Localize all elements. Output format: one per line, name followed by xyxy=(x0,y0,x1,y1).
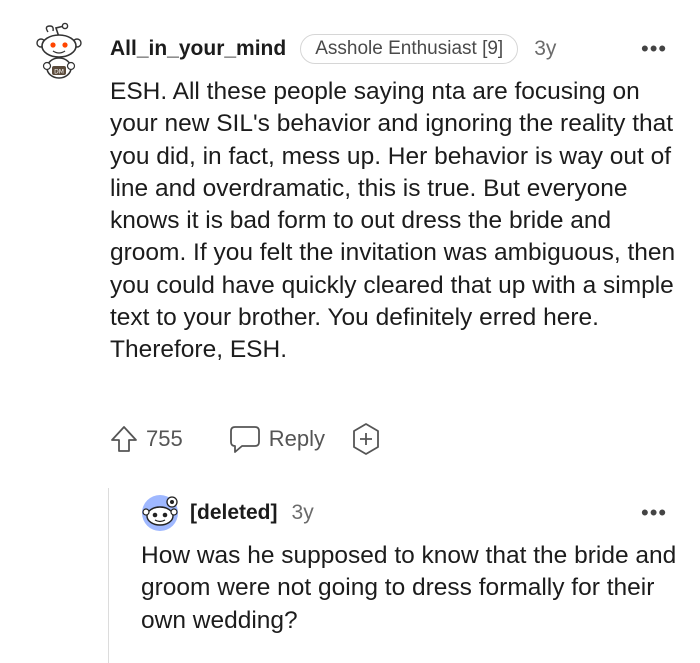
add-award-icon[interactable] xyxy=(349,422,383,456)
user-flair: Asshole Enthusiast [9] xyxy=(300,34,519,64)
speech-bubble-icon xyxy=(229,426,260,453)
reply-body: How was he supposed to know that the bri… xyxy=(141,542,677,634)
comment-body: ESH. All these people saying nta are foc… xyxy=(110,78,676,364)
reply-age[interactable]: 3y xyxy=(292,501,314,525)
reply-header: [deleted] 3y xyxy=(190,498,314,528)
comment-header: All_in_your_mind Asshole Enthusiast [9] … xyxy=(110,34,556,64)
reply-label: Reply xyxy=(268,426,325,451)
reply-button[interactable]: Reply xyxy=(229,424,325,454)
upvote-arrow-icon[interactable] xyxy=(108,423,140,455)
deleted-username: [deleted] xyxy=(190,501,278,524)
comment-age[interactable]: 3y xyxy=(534,37,556,61)
snoo-avatar-icon xyxy=(142,495,178,531)
username[interactable]: All_in_your_mind xyxy=(110,37,286,61)
reply-more-options-icon[interactable]: ••• xyxy=(641,500,667,526)
thread-line[interactable] xyxy=(108,488,109,663)
upvote-button[interactable]: 755 xyxy=(108,423,183,455)
user-avatar[interactable]: DM xyxy=(34,22,84,80)
snoo-avatar-icon: DM xyxy=(36,22,82,79)
svg-text:DM: DM xyxy=(54,69,64,76)
more-options-icon[interactable]: ••• xyxy=(641,36,667,62)
reply-user-avatar xyxy=(140,494,180,532)
vote-score: 755 xyxy=(146,426,183,451)
comment-actions: 755 Reply xyxy=(108,422,383,456)
